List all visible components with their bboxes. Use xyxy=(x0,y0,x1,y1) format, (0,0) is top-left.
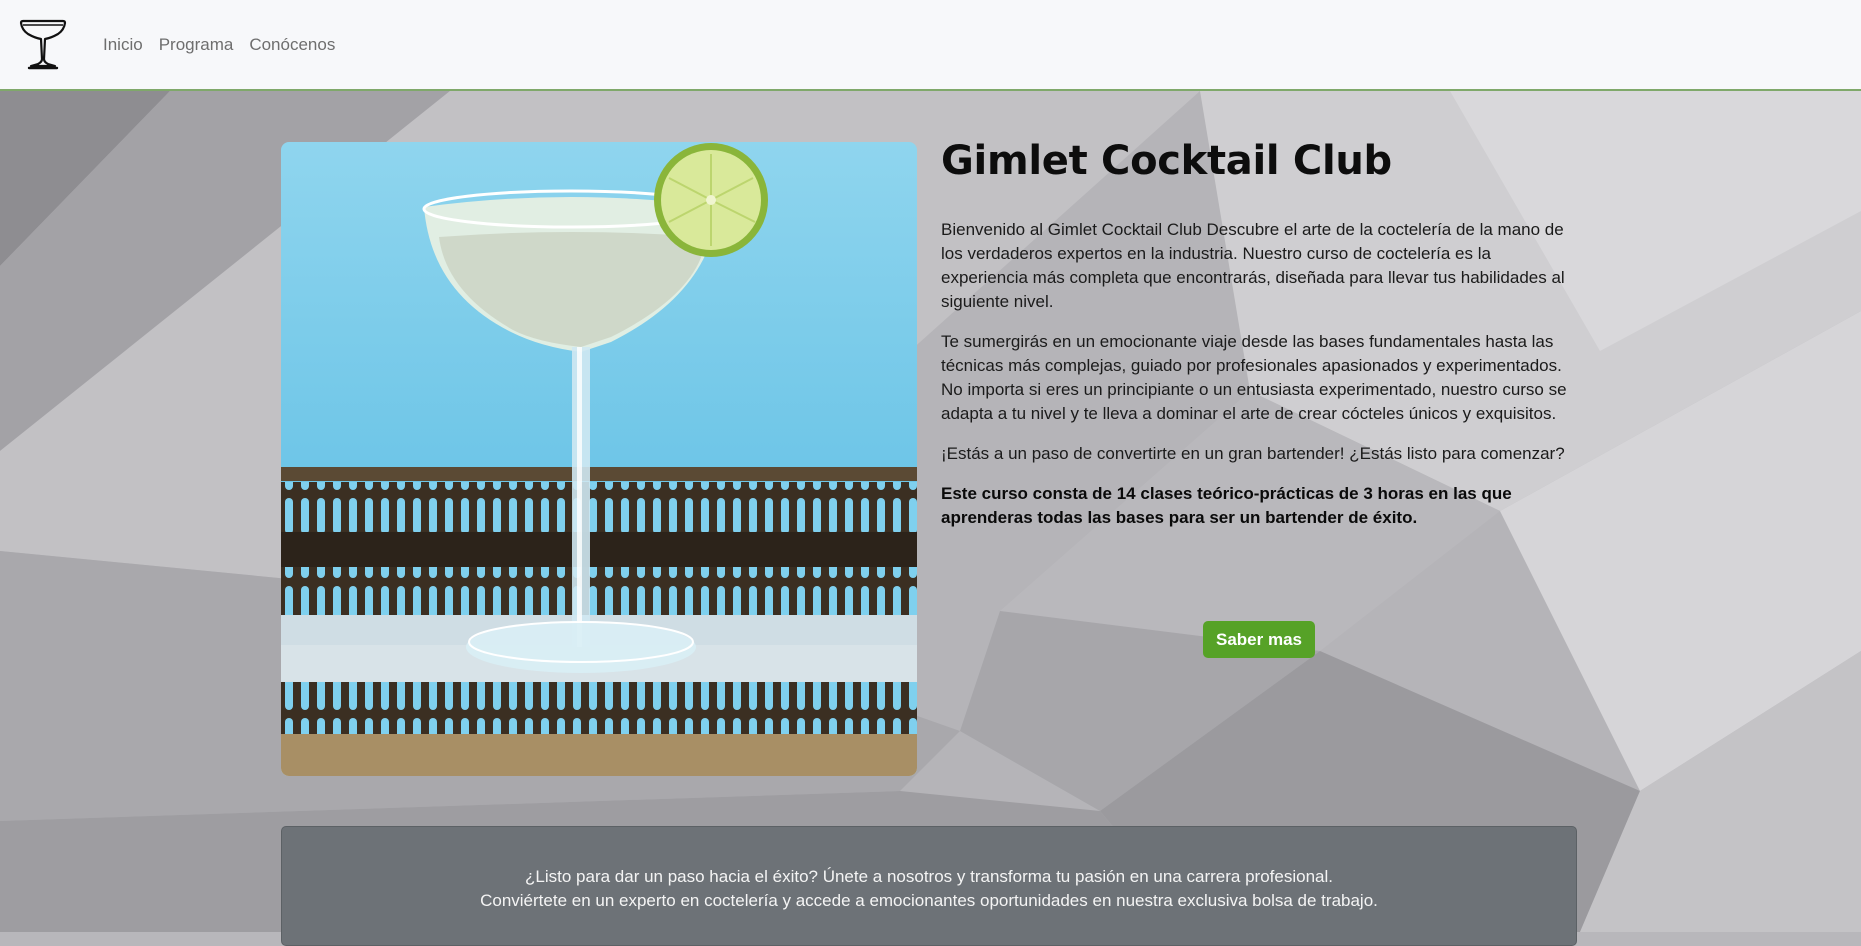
journey-paragraph: Te sumergirás en un emocionante viaje de… xyxy=(941,332,1567,423)
saber-mas-button[interactable]: Saber mas xyxy=(1203,621,1315,658)
promo-line-2: Conviértete en un experto en coctelería … xyxy=(480,891,1378,910)
nav-link-inicio[interactable]: Inicio xyxy=(103,35,143,55)
polygon-background xyxy=(0,91,1861,932)
nav-link-programa[interactable]: Programa xyxy=(159,35,234,55)
page-title: Gimlet Cocktail Club xyxy=(941,138,1392,184)
intro-paragraph: Bienvenido al Gimlet Cocktail Club Descu… xyxy=(941,220,1565,311)
promo-line-1: ¿Listo para dar un paso hacia el éxito? … xyxy=(525,867,1333,886)
navbar: Inicio Programa Conócenos xyxy=(0,0,1861,91)
nav-links: Inicio Programa Conócenos xyxy=(103,0,335,89)
course-highlight: Este curso consta de 14 clases teórico-p… xyxy=(941,484,1512,527)
nav-link-conocenos[interactable]: Conócenos xyxy=(249,35,335,55)
cocktail-glass-icon[interactable] xyxy=(18,16,68,72)
hero-text: Gimlet Cocktail Club Bienvenido al Gimle… xyxy=(941,138,1581,546)
call-paragraph: ¡Estás a un paso de convertirte en un gr… xyxy=(941,444,1565,463)
promo-card: ¿Listo para dar un paso hacia el éxito? … xyxy=(281,826,1577,946)
gimlet-cocktail-photo xyxy=(281,142,917,776)
